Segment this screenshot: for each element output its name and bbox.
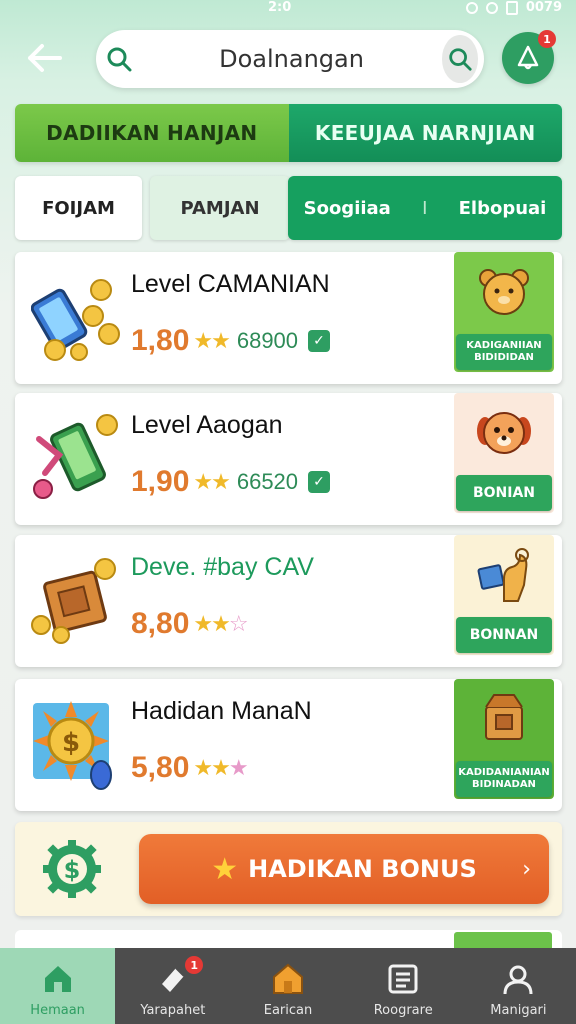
svg-text:$: $ [62,728,80,758]
nav-label: Yarapahet [140,1003,206,1018]
status-icons: 0079 [465,0,562,15]
bonus-button[interactable]: ★ HADIKAN BONUS › [139,834,549,904]
status-time: 2:0 [268,0,292,15]
nav-label: Hemaan [30,1003,85,1018]
bear-icon [479,269,529,315]
card-title: Deve. #bay CAV [131,553,314,581]
bonus-banner: $ ★ HADIKAN BONUS › [15,822,562,916]
alarm-icon [465,1,478,14]
star-rating-icon: ★★ [193,328,230,354]
review-count: 66520 [236,469,299,494]
bottom-navigation: Hemaan 1 Yarapahet Earican Roograre Mani… [0,948,576,1024]
notification-badge: 1 [538,30,556,48]
nav-item-program[interactable]: Roograre [346,948,461,1024]
nav-label: Manigari [490,1003,547,1018]
card-title: Level Aaogan [131,411,283,439]
search-submit-button[interactable] [441,35,478,83]
rating-row: 8,80 ★★☆ [131,607,249,641]
phone-tap-icon [33,414,118,499]
filter-chip-2[interactable]: PAMJAN [150,176,290,240]
card-side-panel: BONIAN [454,393,554,513]
filter-separator: I [422,197,428,219]
nav-item-store[interactable]: Earican [230,948,345,1024]
list-item[interactable]: Level CAMANIAN 1,80 ★★ 68900 ✓ KADIGANII… [15,252,562,384]
filter-row: FOIJAM PAMJAN Soogiiaa I Elbopuai [15,176,562,240]
rating-value: 1,80 [131,324,190,357]
nav-item-profile[interactable]: Manigari [461,948,576,1024]
rating-value: 1,90 [131,465,190,498]
filter-chip-3b-label[interactable]: Elbopuai [459,198,547,219]
house-icon [270,961,306,997]
box-coins-icon [31,558,116,644]
card-action-button[interactable]: BONNAN [456,617,552,653]
rating-value: 8,80 [131,607,190,640]
treasure-box-icon [485,694,523,740]
search-input[interactable] [141,39,442,79]
nav-label: Roograre [373,1003,433,1018]
card-side-panel: BONNAN [454,535,554,655]
status-right-text: 0079 [525,0,562,15]
review-count: 68900 [236,328,299,353]
card-title: Hadidan ManaN [131,697,312,725]
filter-chip-3a-label[interactable]: Soogiiaa [304,198,391,219]
rating-value: 5,80 [131,751,190,784]
verified-icon: ✓ [308,330,331,352]
hand-card-icon [477,548,529,602]
search-icon [96,30,142,88]
battery-icon [505,0,518,15]
star-rating-icon: ★★★ [193,755,248,781]
search-bar[interactable] [96,30,484,88]
list-item[interactable]: Deve. #bay CAV 8,80 ★★☆ BONNAN [15,535,562,667]
wifi-icon [485,1,498,14]
verified-icon: ✓ [308,471,331,493]
back-button[interactable] [22,36,68,80]
filter-chip-1[interactable]: FOIJAM [15,176,142,240]
card-action-button[interactable]: KADIDANIANIAN BIDINADAN [456,761,552,797]
card-action-button[interactable]: BONIAN [456,475,552,511]
status-bar: 2:0 0079 [0,0,576,18]
card-side-panel: KADIDANIANIAN BIDINADAN [454,679,554,799]
search-icon [449,48,472,71]
tab-secondary[interactable]: KEEUJAA NARNJIAN [288,104,562,162]
bell-icon [517,45,539,70]
tab-primary[interactable]: DADIIKAN HANJAN [15,104,289,162]
rating-row: 5,80 ★★★ [131,751,249,785]
notifications-button[interactable]: 1 [502,30,556,84]
star-rating-icon: ★★☆ [193,611,248,637]
filter-chip-3[interactable]: Soogiiaa I Elbopuai [288,176,562,240]
gear-coin-icon: $ [43,840,101,898]
nav-item-tickets[interactable]: 1 Yarapahet [115,948,230,1024]
top-tabs: DADIIKAN HANJAN KEEUJAA NARNJIAN [15,104,562,162]
bonus-label: HADIKAN BONUS [248,855,477,883]
chevron-right-icon: › [522,856,531,882]
nav-item-home[interactable]: Hemaan [0,948,116,1024]
svg-text:$: $ [64,856,81,884]
card-title: Level CAMANIAN [131,270,330,298]
nav-badge: 1 [185,956,204,974]
star-rating-icon: ★★ [193,469,230,495]
list-item[interactable]: $ Hadidan ManaN 5,80 ★★★ KADIDANIANIAN B… [15,679,562,811]
user-icon [500,961,536,997]
list-icon [385,961,421,997]
card-action-button[interactable]: KADIGANIIAN BIDIDIDAN [456,334,552,370]
sun-coin-icon: $ [33,701,112,790]
star-icon: ★ [211,851,239,887]
rating-row: 1,90 ★★ 66520 ✓ [131,465,331,499]
arrow-left-icon [28,44,62,72]
dog-icon [477,412,531,454]
home-icon [40,961,76,997]
list-item[interactable]: Level Aaogan 1,90 ★★ 66520 ✓ BONIAN [15,393,562,525]
phone-coins-icon [31,279,120,361]
nav-label: Earican [263,1003,313,1018]
card-side-panel: KADIGANIIAN BIDIDIDAN [454,252,554,372]
rating-row: 1,80 ★★ 68900 ✓ [131,324,331,358]
